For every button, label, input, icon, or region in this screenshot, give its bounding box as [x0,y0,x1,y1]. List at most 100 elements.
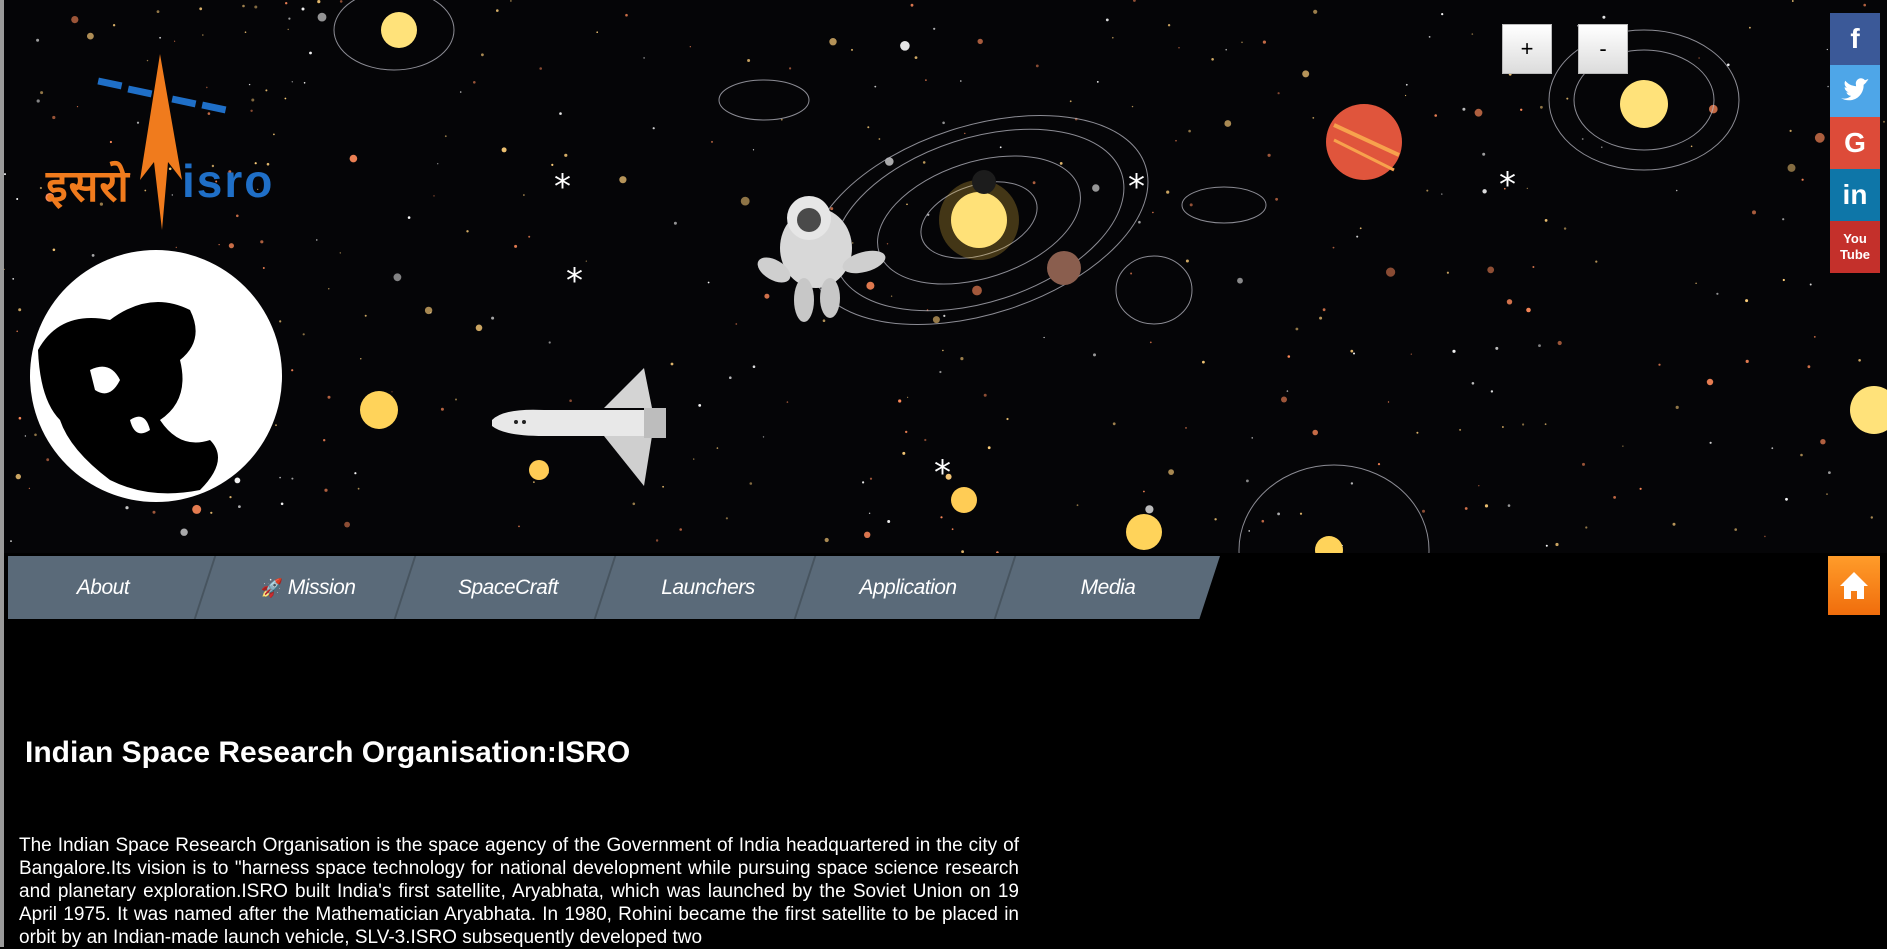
star-dot [192,504,202,514]
star-dot [1178,47,1180,49]
star-dot [316,239,318,241]
star-dot [1076,504,1079,507]
star-dot [229,496,232,499]
facebook-icon[interactable]: f [1830,13,1880,65]
star-dot [275,424,277,427]
star-dot [1350,482,1354,485]
nav-item-launchers[interactable]: Launchers [608,556,808,619]
rocket-icon: 🚀 [260,578,283,598]
star-dot [1322,308,1326,312]
star-dot [391,391,393,393]
star-dot [585,260,587,262]
star-dot [1506,299,1513,305]
star-dot [898,399,902,403]
nav-item-mission[interactable]: 🚀 Mission [208,556,408,619]
star-dot [1749,26,1751,29]
star-dot [291,477,294,480]
star-dot [1096,81,1099,83]
star-dot [1112,36,1114,39]
star-dot [1695,282,1697,284]
star-dot [1566,97,1569,100]
page-title: Indian Space Research Organisation:ISRO [25,736,631,769]
logo-english-text: isro [182,155,275,207]
star-dot [1446,271,1449,274]
star-dot [977,38,983,45]
star-dot [925,79,927,81]
star-dot [886,243,889,245]
google-icon[interactable]: G [1830,117,1880,169]
star-dot [942,121,945,125]
nav-item-about[interactable]: About [8,556,198,619]
star-dot [711,140,713,143]
twitter-bird-icon [1841,78,1869,101]
star-dot [1189,203,1193,207]
star-dot [1706,378,1714,386]
star-dot [528,235,531,238]
star-dot [789,67,792,70]
social-links: f G in You Tube [1830,13,1880,273]
star-dot [1544,219,1548,222]
star-dot [1520,108,1523,112]
star-dot [244,31,247,33]
star-dot [288,17,291,20]
nav-item-spacecraft[interactable]: SpaceCraft [408,556,608,619]
star-dot [740,196,750,206]
star-dot [1602,15,1606,19]
isro-logo[interactable]: इसरो isro [42,50,302,240]
linkedin-icon[interactable]: in [1830,169,1880,221]
star-dot [1820,439,1826,445]
youtube-icon[interactable]: You Tube [1830,221,1880,273]
star-dot [1152,211,1154,214]
star-dot [254,5,258,9]
star-dot [279,476,281,479]
star-dot [4,173,6,176]
star-dot [1789,129,1792,132]
star-dot [218,244,220,246]
home-button[interactable] [1828,556,1880,615]
star-dot [1545,544,1548,547]
star-dot [907,396,909,398]
star-dot [1752,210,1756,215]
star-dot [291,369,294,372]
star-dot [339,0,343,3]
star-dot [1006,417,1009,421]
nav-item-media[interactable]: Media [1008,556,1208,619]
star-dot [1471,33,1474,35]
star-dot [1295,327,1299,331]
star-dot [1462,107,1466,111]
star-dot [932,316,940,324]
star-dot [996,551,999,553]
star-dot [1175,139,1177,142]
star-dot [1544,423,1547,426]
star-dot [242,4,245,8]
star-dot [260,240,264,244]
star-dot [28,487,31,490]
nav-item-application[interactable]: Application [808,556,1008,619]
zoom-out-button[interactable]: - [1578,24,1628,74]
star-dot [1639,487,1642,490]
star-dot [1459,428,1462,431]
star-dot [496,9,499,12]
star-dot [1426,189,1429,192]
star-dot [924,438,927,442]
twitter-icon[interactable] [1830,65,1880,117]
star-dot [1441,13,1444,16]
star-dot [317,12,327,22]
star-dot [1275,197,1278,201]
star-dot [112,24,116,27]
star-dot [655,539,659,542]
star-dot [1675,405,1679,409]
star-dot [1698,57,1700,59]
star-dot [652,127,655,130]
star-dot [725,517,729,520]
star-dot [1277,512,1280,516]
star-dot [1143,490,1145,493]
zoom-in-button[interactable]: + [1502,24,1552,74]
star-dot [822,319,826,323]
star-dot [91,254,95,257]
star-dot [752,365,756,369]
star-dot [1814,132,1825,143]
star-dot [619,176,627,184]
star-dot [902,451,906,455]
star-dot [1495,346,1499,350]
